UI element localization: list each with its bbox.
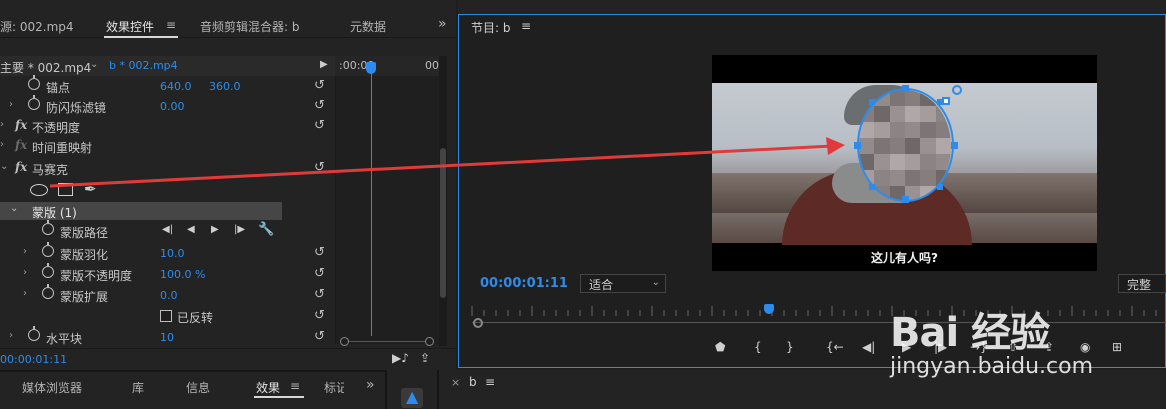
annotation-arrow-head <box>826 137 845 155</box>
watermark-url: jingyan.baidu.com <box>890 354 1094 379</box>
annotation-arrow-line <box>49 144 833 188</box>
baidu-watermark: Bai 经验 jingyan.baidu.com <box>890 300 1160 400</box>
watermark-logo-text: Bai 经验 <box>890 310 1050 356</box>
